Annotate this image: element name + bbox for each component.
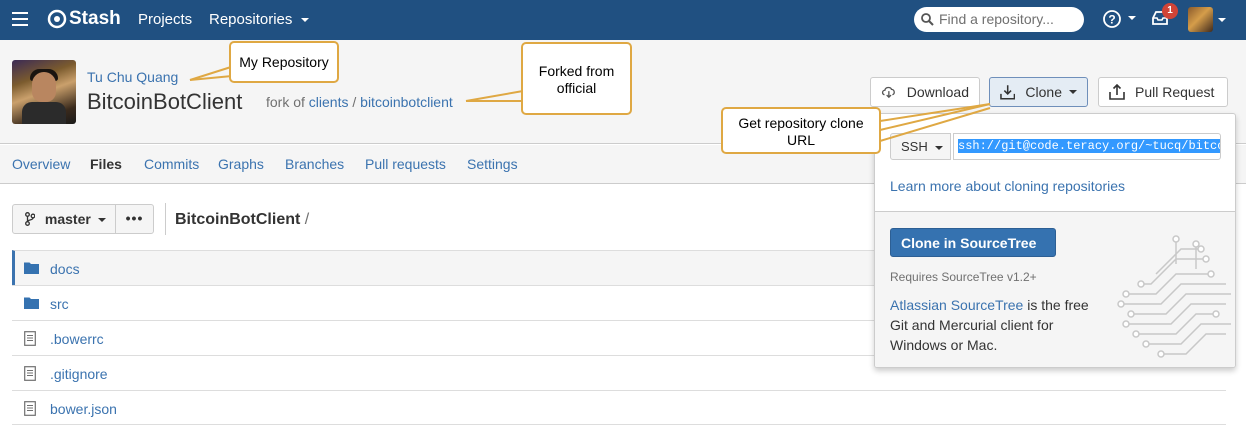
clone-url-field[interactable]: ssh://git@code.teracy.org/~tucq/bitco (953, 133, 1221, 160)
sourcetree-link[interactable]: Atlassian SourceTree (890, 297, 1023, 313)
fork-info: fork of clients / bitcoinbotclient (266, 94, 453, 110)
breadcrumb: BitcoinBotClient / (175, 211, 309, 229)
fork-prefix: fork of (266, 94, 305, 110)
search-input[interactable]: Find a repository... (914, 7, 1084, 32)
tab-pull-requests[interactable]: Pull requests (365, 156, 446, 172)
chevron-down-icon (1069, 90, 1077, 94)
stash-logo-icon (47, 9, 67, 29)
chevron-down-icon (300, 18, 309, 23)
clone-url-row: SSH ssh://git@code.teracy.org/~tucq/bitc… (890, 133, 1221, 160)
callout-text-line2: official (556, 80, 597, 96)
sourcetree-section: Clone in SourceTree Requires SourceTree … (875, 211, 1235, 367)
clone-dialog: SSH ssh://git@code.teracy.org/~tucq/bitc… (874, 113, 1236, 368)
chevron-down-icon (1127, 16, 1136, 21)
owner-link[interactable]: Tu Chu Quang (87, 69, 178, 85)
tab-files[interactable]: Files (90, 156, 122, 172)
branch-icon (25, 212, 36, 226)
download-button[interactable]: Download (870, 77, 980, 107)
search-placeholder: Find a repository... (939, 11, 1054, 27)
protocol-select[interactable]: SSH (890, 133, 951, 160)
nav-repositories[interactable]: Repositories (209, 11, 309, 28)
file-name[interactable]: src (50, 296, 69, 312)
notification-badge: 1 (1162, 3, 1178, 19)
fork-repo-link[interactable]: bitcoinbotclient (360, 94, 453, 110)
repository-avatar (12, 60, 76, 124)
help-icon: ? (1103, 10, 1121, 28)
clone-in-sourcetree-button[interactable]: Clone in SourceTree (890, 228, 1056, 257)
file-icon (24, 401, 36, 416)
clone-button[interactable]: Clone (989, 77, 1088, 107)
callout-my-repository: My Repository (229, 41, 339, 83)
tab-overview[interactable]: Overview (12, 156, 70, 172)
fork-project-link[interactable]: clients (309, 94, 349, 110)
divider (165, 203, 166, 235)
breadcrumb-repo[interactable]: BitcoinBotClient (175, 211, 300, 228)
file-name[interactable]: bower.json (50, 401, 117, 417)
pull-request-label: Pull Request (1135, 84, 1215, 100)
tab-branches[interactable]: Branches (285, 156, 344, 172)
pull-request-button[interactable]: Pull Request (1098, 77, 1228, 107)
user-avatar[interactable] (1188, 7, 1213, 32)
help-menu[interactable]: ? (1103, 10, 1136, 31)
tab-commits[interactable]: Commits (144, 156, 199, 172)
chevron-down-icon (1218, 18, 1226, 22)
file-icon (24, 331, 36, 346)
clone-icon (1000, 85, 1016, 100)
file-name[interactable]: .bowerrc (50, 331, 104, 347)
callout-text-line2: URL (786, 132, 815, 148)
search-icon (921, 13, 934, 26)
fork-separator: / (352, 94, 357, 110)
callout-text-line1: Forked from (538, 63, 615, 79)
protocol-label: SSH (901, 139, 928, 154)
callout-clone-url: Get repository clone URL (721, 107, 881, 154)
file-row-bower-json[interactable]: bower.json (12, 390, 1226, 425)
file-icon (24, 366, 36, 381)
clone-label: Clone (1025, 84, 1062, 100)
tab-settings[interactable]: Settings (467, 156, 518, 172)
nav-repositories-label: Repositories (209, 11, 293, 28)
branch-selector[interactable]: master (12, 204, 116, 234)
circuit-decoration-icon (1117, 235, 1231, 358)
learn-more-link[interactable]: Learn more about cloning repositories (890, 178, 1125, 194)
menu-icon[interactable] (12, 12, 28, 26)
nav-projects[interactable]: Projects (138, 11, 192, 28)
folder-icon (24, 262, 39, 274)
download-label: Download (906, 84, 969, 100)
file-name[interactable]: docs (50, 261, 80, 277)
brand-name: Stash (69, 8, 121, 29)
callout-text-line1: Get repository clone (738, 115, 864, 131)
chevron-down-icon (935, 145, 944, 150)
branch-name: master (44, 211, 91, 227)
sourcetree-description: Atlassian SourceTree is the free Git and… (890, 295, 1105, 355)
chevron-down-icon (97, 218, 106, 223)
clone-url-text: ssh://git@code.teracy.org/~tucq/bitco (958, 139, 1220, 153)
callout-text: My Repository (239, 54, 329, 70)
sourcetree-requirement: Requires SourceTree v1.2+ (890, 270, 1037, 284)
cloud-download-icon (881, 86, 895, 99)
callout-forked: Forked from official (521, 42, 632, 115)
breadcrumb-separator: / (304, 211, 310, 228)
stash-logo[interactable]: Stash (47, 8, 121, 30)
top-navigation-bar: Stash Projects Repositories Find a repos… (0, 0, 1246, 40)
upload-icon (1109, 84, 1125, 100)
file-name[interactable]: .gitignore (50, 366, 108, 382)
repository-name: BitcoinBotClient (87, 89, 243, 114)
tab-graphs[interactable]: Graphs (218, 156, 264, 172)
more-actions-button[interactable]: ••• (115, 204, 154, 234)
folder-icon (24, 297, 39, 309)
svg-text:?: ? (1108, 13, 1115, 27)
